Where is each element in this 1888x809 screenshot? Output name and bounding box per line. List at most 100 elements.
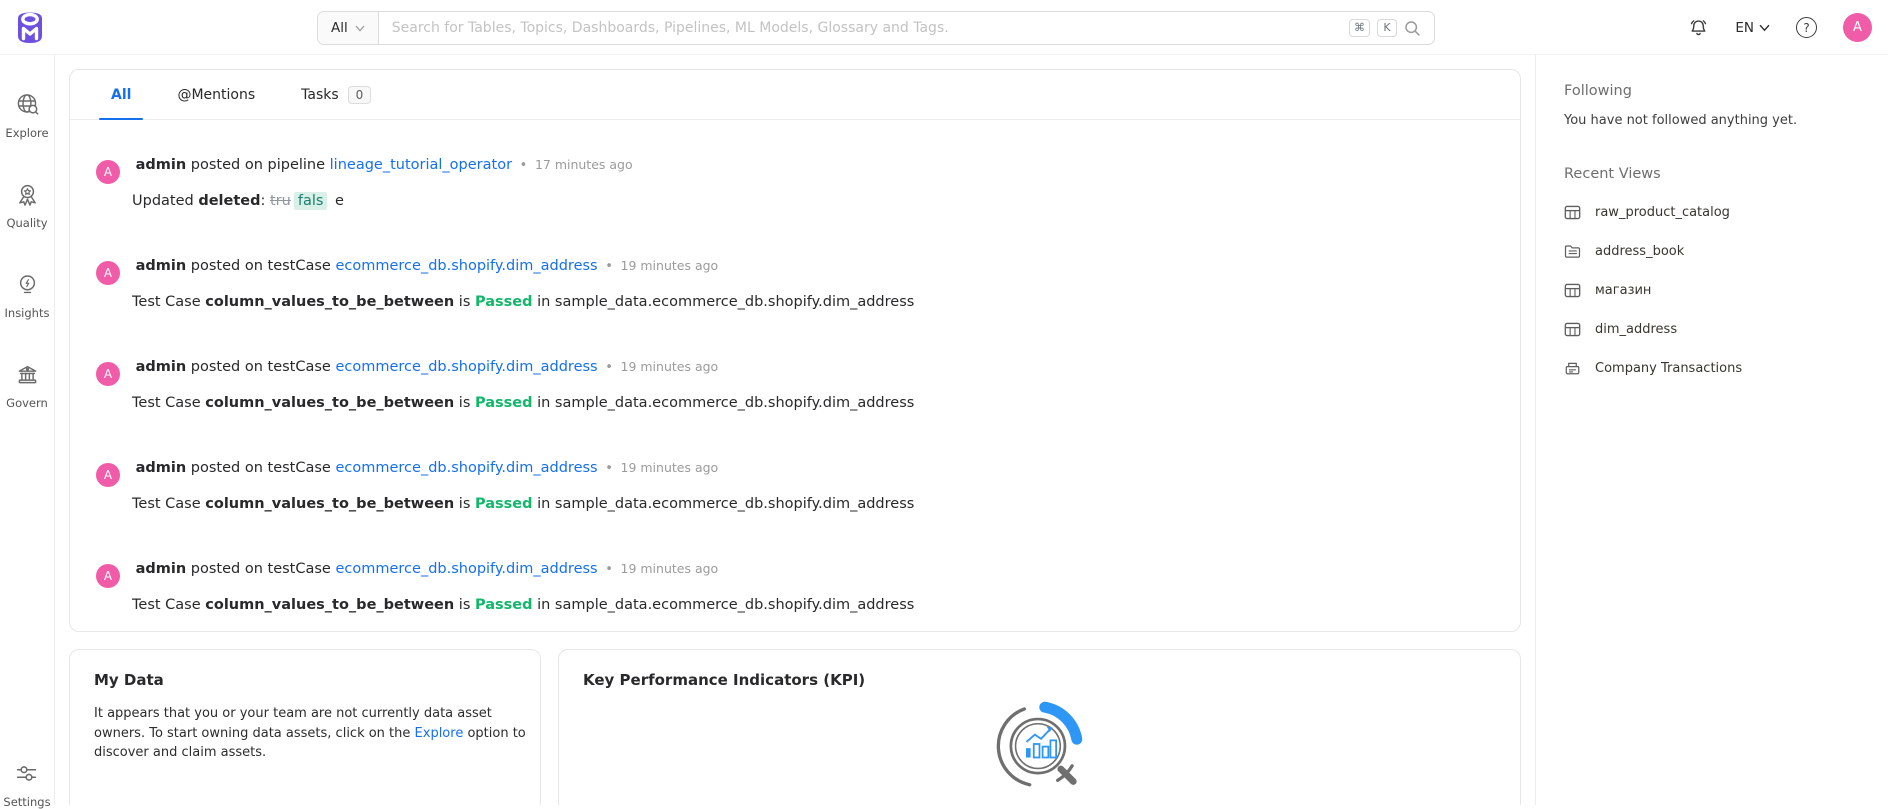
table-icon: [1564, 204, 1581, 221]
tab-label: Tasks: [301, 87, 339, 103]
entry-timestamp: 19 minutes ago: [621, 359, 719, 374]
sidebar-item-label: Govern: [6, 396, 48, 410]
feed-entry-body: Test Case column_values_to_be_between is…: [132, 395, 1492, 411]
avatar: A: [96, 564, 120, 588]
entry-timestamp: 19 minutes ago: [621, 460, 719, 475]
openmetadata-logo[interactable]: [13, 10, 47, 45]
entry-action: posted on testCase: [191, 460, 331, 476]
entry-body-segment: Updated: [132, 193, 198, 209]
tab-label: @Mentions: [177, 87, 255, 103]
recent-view-label: магазин: [1595, 283, 1651, 298]
sidebar-item-label: Explore: [5, 126, 48, 140]
user-avatar[interactable]: A: [1843, 13, 1872, 42]
entry-target-link[interactable]: ecommerce_db.shopify.dim_address: [335, 561, 597, 577]
feed-entries: A admin posted on pipeline lineage_tutor…: [70, 120, 1520, 613]
entry-body-segment: in sample_data.ecommerce_db.shopify.dim_…: [533, 395, 915, 411]
avatar: A: [96, 261, 120, 285]
entry-target-link[interactable]: ecommerce_db.shopify.dim_address: [335, 359, 597, 375]
entry-body-segment: fals: [294, 192, 328, 210]
topic-folder-icon: [1564, 243, 1581, 260]
search-scope-label: All: [331, 20, 348, 36]
recent-view-label: Company Transactions: [1595, 361, 1742, 376]
entry-body-segment: Test Case: [132, 496, 205, 512]
recent-view-item[interactable]: raw_product_catalog: [1564, 204, 1862, 221]
entry-body-segment: in sample_data.ecommerce_db.shopify.dim_…: [533, 294, 915, 310]
entry-body-segment: tru: [270, 193, 291, 209]
entry-author[interactable]: admin: [136, 359, 187, 375]
activity-feed-card: All @Mentions Tasks 0 A admin posted on …: [69, 69, 1521, 632]
entry-target-link[interactable]: lineage_tutorial_operator: [330, 157, 512, 173]
following-title: Following: [1564, 83, 1862, 99]
entry-body-segment: is: [454, 496, 475, 512]
feed-entry: A admin posted on testCase ecommerce_db.…: [96, 456, 1492, 512]
search-icon[interactable]: [1404, 20, 1421, 37]
entry-author[interactable]: admin: [136, 561, 187, 577]
entry-body-segment: column_values_to_be_between: [205, 597, 454, 613]
feed-entry-header: A admin posted on testCase ecommerce_db.…: [96, 254, 1492, 285]
entry-body-segment: Passed: [475, 597, 533, 613]
avatar: A: [96, 362, 120, 386]
settings-sliders-icon: [14, 761, 39, 786]
sidebar-item-settings[interactable]: Settings: [3, 761, 50, 809]
search-input[interactable]: [379, 12, 1349, 44]
insights-bulb-icon: [15, 272, 40, 297]
entry-body-segment: :: [261, 193, 271, 209]
entry-separator: •: [605, 461, 613, 476]
my-data-card: My Data It appears that you or your team…: [69, 649, 541, 805]
feed-entry-header: A admin posted on testCase ecommerce_db.…: [96, 355, 1492, 386]
entry-body-segment: Passed: [475, 294, 533, 310]
feed-entry: A admin posted on testCase ecommerce_db.…: [96, 557, 1492, 613]
recent-view-item[interactable]: address_book: [1564, 243, 1862, 260]
feed-entry-body: Test Case column_values_to_be_between is…: [132, 496, 1492, 512]
feed-entry-body: Test Case column_values_to_be_between is…: [132, 294, 1492, 310]
entry-body-segment: deleted: [198, 193, 260, 209]
explore-link[interactable]: Explore: [415, 726, 464, 741]
kpi-magnifier-chart-illustration: [988, 692, 1092, 796]
help-icon[interactable]: ?: [1796, 17, 1817, 38]
sidebar-item-insights[interactable]: Insights: [5, 272, 50, 320]
recent-view-item[interactable]: dim_address: [1564, 321, 1862, 338]
left-sidebar: Explore Quality Insights Govern: [0, 55, 55, 805]
feed-entry: A admin posted on testCase ecommerce_db.…: [96, 355, 1492, 411]
tab-tasks[interactable]: Tasks 0: [301, 70, 371, 119]
entry-body-segment: e: [330, 193, 344, 209]
main-content: All @Mentions Tasks 0 A admin posted on …: [55, 55, 1535, 805]
tasks-count-badge: 0: [348, 86, 372, 104]
notifications-bell-icon[interactable]: [1688, 17, 1709, 38]
sidebar-item-explore[interactable]: Explore: [5, 92, 48, 140]
feed-entry-header: A admin posted on testCase ecommerce_db.…: [96, 456, 1492, 487]
chevron-down-icon: [355, 25, 365, 32]
recent-view-item[interactable]: магазин: [1564, 282, 1862, 299]
entry-separator: •: [605, 562, 613, 577]
entry-target-link[interactable]: ecommerce_db.shopify.dim_address: [335, 258, 597, 274]
feed-entry-header: A admin posted on pipeline lineage_tutor…: [96, 153, 1492, 184]
kpi-title: Key Performance Indicators (KPI): [583, 671, 1496, 689]
search-scope-dropdown[interactable]: All: [318, 12, 379, 44]
sidebar-item-govern[interactable]: Govern: [6, 362, 48, 410]
sidebar-item-label: Settings: [3, 795, 50, 809]
tab-mentions[interactable]: @Mentions: [177, 70, 255, 119]
entry-body-segment: Passed: [475, 496, 533, 512]
entry-author[interactable]: admin: [136, 460, 187, 476]
tab-all[interactable]: All: [111, 70, 131, 119]
recent-views-list: raw_product_catalog address_book магазин…: [1564, 204, 1862, 377]
entry-body-segment: is: [454, 597, 475, 613]
feed-entry-body: Test Case column_values_to_be_between is…: [132, 597, 1492, 613]
entry-author[interactable]: admin: [136, 258, 187, 274]
sidebar-item-quality[interactable]: Quality: [6, 182, 47, 230]
table-icon: [1564, 282, 1581, 299]
feed-entry: A admin posted on pipeline lineage_tutor…: [96, 153, 1492, 209]
my-data-title: My Data: [94, 671, 516, 689]
entry-target-link[interactable]: ecommerce_db.shopify.dim_address: [335, 460, 597, 476]
entry-action: posted on testCase: [191, 561, 331, 577]
top-navbar: All ⌘ K EN ? A: [0, 0, 1888, 55]
language-selector[interactable]: EN: [1735, 20, 1770, 36]
table-icon: [1564, 321, 1581, 338]
avatar: A: [96, 160, 120, 184]
entry-action: posted on testCase: [191, 359, 331, 375]
tab-label: All: [111, 87, 131, 103]
entry-separator: •: [520, 158, 528, 173]
recent-view-item[interactable]: Company Transactions: [1564, 360, 1862, 377]
entry-body-segment: column_values_to_be_between: [205, 395, 454, 411]
entry-author[interactable]: admin: [136, 157, 187, 173]
